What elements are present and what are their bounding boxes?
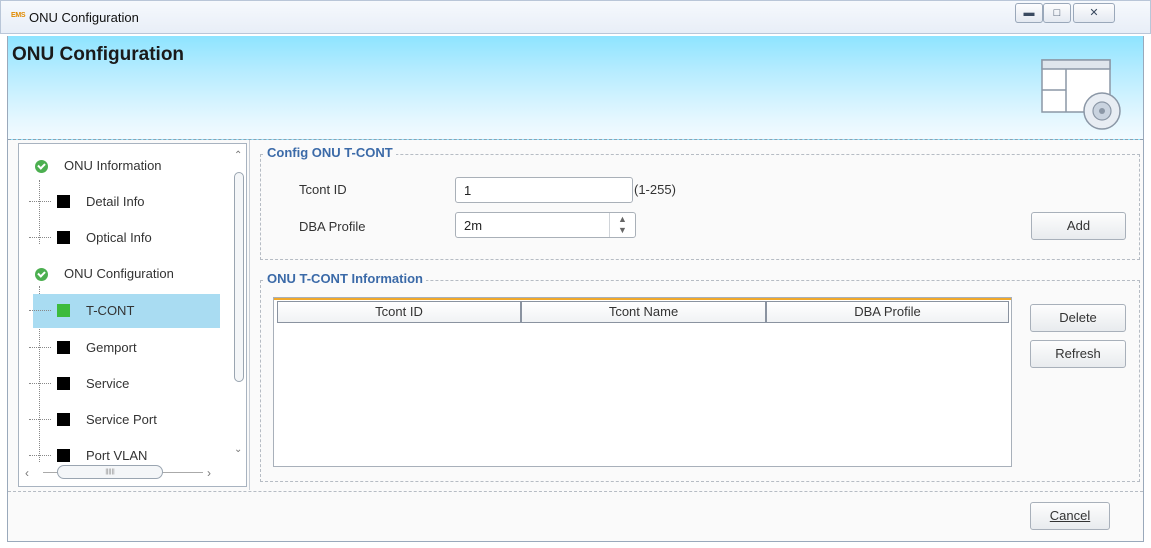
scroll-left-icon[interactable]: ‹ [25,466,29,480]
dba-profile-label: DBA Profile [299,219,366,234]
expand-icon[interactable] [35,268,48,281]
tree-item-optical-info[interactable]: Optical Info [19,221,229,255]
tree-item-service-port[interactable]: Service Port [19,403,229,437]
cancel-button[interactable]: Cancel [1030,502,1110,530]
tree-connector [29,237,51,238]
dba-profile-select[interactable]: 2m ▲ ▼ [455,212,636,238]
add-button[interactable]: Add [1031,212,1126,240]
close-icon: ✕ [1089,7,1099,19]
expand-icon[interactable] [35,160,48,173]
spinner-arrows-icon[interactable]: ▲ ▼ [609,213,635,237]
config-window-icon [1041,59,1121,130]
tree-connector [29,455,51,456]
minimize-icon: ▬ [1023,7,1035,19]
tree-vertical-scrollbar[interactable]: ⌃ ⌄ [231,144,246,462]
tree-item-t-cont[interactable]: T-CONT [29,294,220,328]
leaf-icon [57,449,70,462]
column-header-tcont-name[interactable]: Tcont Name [521,301,766,323]
tcont-table[interactable]: Tcont ID Tcont Name DBA Profile [273,297,1012,467]
scroll-thumb[interactable]: |||||| [57,465,163,479]
table-accent-line [274,298,1011,300]
cancel-button-label: Cancel [1049,508,1091,523]
leaf-icon [57,413,70,426]
tree-item-label: Service [86,376,130,391]
tree-item-label: ONU Information [64,158,162,173]
leaf-icon [57,195,70,208]
leaf-icon [57,377,70,390]
maximize-icon: □ [1053,7,1061,19]
config-tcont-group-title: Config ONU T-CONT [264,145,396,160]
tree-connector [29,419,51,420]
maximize-button[interactable]: □ [1043,3,1071,23]
tcont-id-input[interactable] [455,177,633,203]
minimize-button[interactable]: ▬ [1015,3,1043,23]
leaf-icon [57,341,70,354]
dba-profile-value: 2m [464,218,483,233]
tree-item-detail-info[interactable]: Detail Info [19,185,229,219]
tree-item-label: Service Port [86,412,157,427]
navigation-tree: ONU Information Detail Info Optical Info… [18,143,247,487]
tree-item-port-vlan[interactable]: Port VLAN [19,439,229,462]
tree-item-label: ONU Configuration [64,266,174,281]
tree-item-gemport[interactable]: Gemport [19,331,229,365]
footer-divider [8,491,1143,492]
scroll-thumb[interactable] [234,172,244,382]
tcont-id-range-hint: (1-255) [634,182,676,197]
scroll-right-icon[interactable]: › [207,466,211,480]
scroll-up-icon[interactable]: ⌃ [234,150,242,161]
tree-item-onu-information[interactable]: ONU Information [19,149,229,183]
tree-item-onu-configuration[interactable]: ONU Configuration [19,257,229,291]
header-title: ONU Configuration [12,44,185,65]
tree-horizontal-scrollbar[interactable]: ‹ |||||| › [19,462,231,486]
leaf-icon [57,231,70,244]
tree-item-label: Gemport [86,340,137,355]
delete-button[interactable]: Delete [1030,304,1126,332]
close-button[interactable]: ✕ [1073,3,1115,23]
config-tcont-group [260,154,1140,260]
dialog-header: ONU Configuration [8,36,1143,140]
tree-item-service[interactable]: Service [19,367,229,401]
window-titlebar: EMS ONU Configuration ▬ □ ✕ [0,0,1151,34]
tree-item-label: T-CONT [86,303,135,318]
column-header-dba-profile[interactable]: DBA Profile [766,301,1009,323]
leaf-icon [57,304,70,317]
tree-connector [29,310,51,311]
tree-item-label: Port VLAN [86,448,148,462]
tree-connector [29,383,51,384]
tcont-information-group-title: ONU T-CONT Information [264,271,426,286]
app-icon: EMS [11,12,26,19]
tree-item-label: Detail Info [86,194,145,209]
window-title: ONU Configuration [29,10,139,25]
panel-divider [249,140,250,490]
tree-connector [29,347,51,348]
tree-item-label: Optical Info [86,230,152,245]
tcont-id-label: Tcont ID [299,182,347,197]
column-header-tcont-id[interactable]: Tcont ID [277,301,521,323]
refresh-button[interactable]: Refresh [1030,340,1126,368]
scroll-down-icon[interactable]: ⌄ [234,444,242,455]
tree-connector [29,201,51,202]
